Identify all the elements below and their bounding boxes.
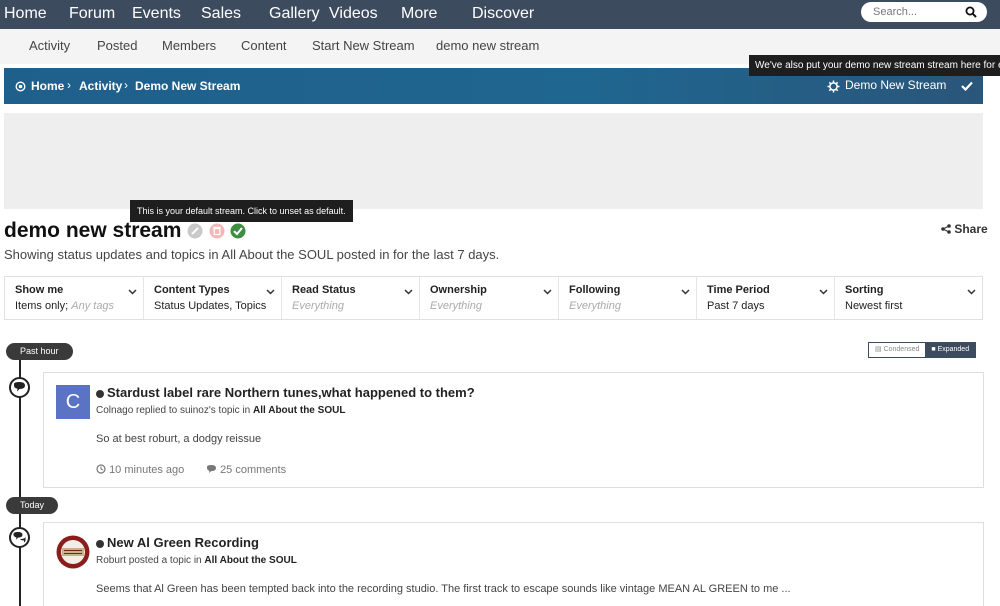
filter-following[interactable]: Following Everything (559, 277, 697, 319)
chevron-down-icon (681, 289, 690, 295)
page-title: demo new stream (4, 219, 182, 242)
ad-placeholder (4, 113, 983, 209)
post-body: So at best roburt, a dodgy reissue (96, 433, 262, 445)
nav-gallery[interactable]: Gallery (269, 5, 320, 23)
nav-events[interactable]: Events (132, 5, 181, 23)
filter-label: Following (569, 284, 621, 296)
default-check-icon[interactable] (230, 223, 246, 239)
post-meta: Roburt posted a topic in All About the S… (96, 555, 297, 566)
breadcrumb-home[interactable]: Home (31, 79, 64, 93)
post-body: Seems that Al Green has been tempted bac… (96, 583, 791, 595)
nav-sales[interactable]: Sales (201, 5, 241, 23)
filter-value: Newest first (845, 300, 903, 312)
post-title[interactable]: Stardust label rare Northern tunes,what … (96, 385, 475, 400)
search-icon[interactable] (965, 6, 977, 18)
expanded-view-button[interactable]: ■ Expanded (925, 343, 976, 357)
stream-description: Showing status updates and topics in All… (4, 247, 500, 262)
breadcrumb-current: Demo New Stream (135, 79, 241, 93)
nav-discover[interactable]: Discover (472, 5, 534, 23)
filter-value: Status Updates, Topics (154, 300, 267, 312)
subnav-start-new-stream[interactable]: Start New Stream (312, 38, 415, 53)
filter-label: Read Status (292, 284, 356, 296)
delete-icon[interactable] (209, 223, 225, 239)
timeline-group-today: Today (6, 497, 59, 514)
chevron-down-icon (543, 289, 552, 295)
filter-show-me[interactable]: Show me Items only; Any tags (5, 277, 144, 319)
filter-label: Sorting (845, 284, 884, 296)
filter-read-status[interactable]: Read Status Everything (282, 277, 420, 319)
share-label: Share (954, 222, 988, 236)
filter-ownership[interactable]: Ownership Everything (420, 277, 559, 319)
filter-label: Content Types (154, 284, 230, 296)
gear-icon[interactable] (827, 80, 840, 93)
subnav-demo-new-stream[interactable]: demo new stream (436, 38, 539, 53)
stream-menu-label[interactable]: Demo New Stream (845, 78, 946, 92)
chevron-down-icon (266, 289, 275, 295)
timeline-group-past-hour: Past hour (6, 343, 73, 360)
filter-label: Show me (15, 284, 64, 296)
share-icon (941, 224, 951, 234)
edit-icon[interactable] (187, 223, 203, 239)
post-author[interactable]: Roburt (96, 555, 126, 566)
home-icon (15, 81, 26, 92)
post-author[interactable]: Colnago (96, 405, 133, 416)
nav-more[interactable]: More (401, 5, 437, 23)
nav-home[interactable]: Home (4, 5, 47, 23)
filter-time-period[interactable]: Time Period Past 7 days (697, 277, 835, 319)
chevron-down-icon (404, 289, 413, 295)
comment-icon (207, 465, 216, 473)
nav-videos[interactable]: Videos (329, 5, 378, 23)
comments-icon (9, 527, 30, 548)
subnav-posted[interactable]: Posted (97, 38, 137, 53)
filter-label: Time Period (707, 284, 770, 296)
comment-icon (9, 377, 30, 398)
unread-dot-icon (96, 539, 104, 548)
top-nav: Home Forum Events Sales Gallery Videos M… (0, 0, 1000, 29)
post-forum-link[interactable]: All About the SOUL (253, 405, 345, 416)
stream-tooltip: We've also put your demo new stream stre… (749, 55, 1000, 76)
post-meta: Colnago replied to suinoz's topic in All… (96, 405, 346, 416)
view-toggle: ▤ Condensed ■ Expanded (868, 342, 977, 358)
post-comments[interactable]: 25 comments (206, 464, 286, 476)
chevron-right-icon: › (124, 78, 128, 92)
filter-bar: Show me Items only; Any tags Content Typ… (4, 276, 983, 320)
filter-content-types[interactable]: Content Types Status Updates, Topics (144, 277, 282, 319)
check-icon[interactable] (961, 81, 973, 91)
post-time: 10 minutes ago (96, 464, 184, 476)
activity-card: C Stardust label rare Northern tunes,wha… (43, 372, 984, 488)
activity-card: New Al Green Recording Roburt posted a t… (43, 522, 984, 606)
condensed-view-button[interactable]: ▤ Condensed (869, 343, 926, 357)
subnav-content[interactable]: Content (241, 38, 287, 53)
filter-value: Everything (292, 300, 344, 312)
filter-label: Ownership (430, 284, 487, 296)
nav-forum[interactable]: Forum (69, 5, 115, 23)
post-forum-link[interactable]: All About the SOUL (204, 555, 296, 566)
avatar[interactable] (56, 535, 90, 569)
filter-value: Everything (430, 300, 482, 312)
chevron-down-icon (967, 289, 976, 295)
filter-sorting[interactable]: Sorting Newest first (835, 277, 982, 319)
clock-icon (96, 464, 106, 474)
filter-value: Everything (569, 300, 621, 312)
filter-value: Past 7 days (707, 300, 765, 312)
avatar[interactable]: C (56, 385, 90, 419)
search-box (861, 2, 987, 22)
default-stream-tooltip: This is your default stream. Click to un… (130, 200, 353, 222)
post-title[interactable]: New Al Green Recording (96, 535, 259, 550)
chevron-right-icon: › (67, 78, 71, 92)
filter-value: Items only; Any tags (15, 300, 115, 312)
search-input[interactable] (873, 5, 963, 19)
share-button[interactable]: Share (941, 222, 988, 236)
chevron-down-icon (819, 289, 828, 295)
subnav-members[interactable]: Members (162, 38, 216, 53)
chevron-down-icon (128, 289, 137, 295)
subnav-activity[interactable]: Activity (29, 38, 70, 53)
breadcrumb-activity[interactable]: Activity (79, 79, 122, 93)
unread-dot-icon (96, 389, 104, 398)
